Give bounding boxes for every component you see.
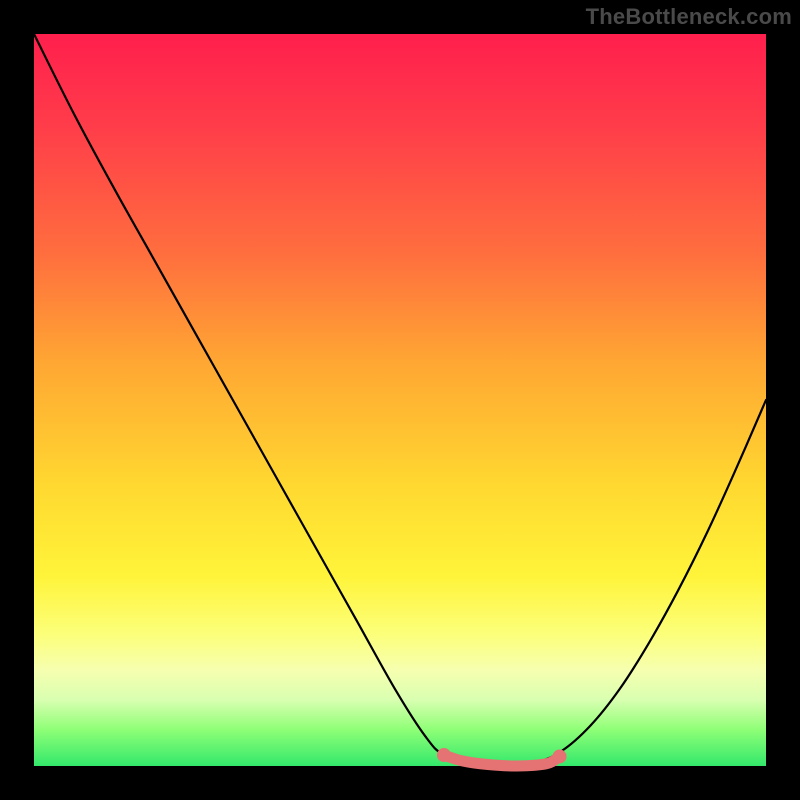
chart-frame: TheBottleneck.com [0,0,800,800]
plot-svg [34,34,766,766]
highlight-dot [553,749,567,763]
watermark-text: TheBottleneck.com [586,4,792,30]
bottleneck-curve [34,34,766,766]
highlight-segment [444,755,560,766]
highlight-dot [437,748,451,762]
plot-area [34,34,766,766]
